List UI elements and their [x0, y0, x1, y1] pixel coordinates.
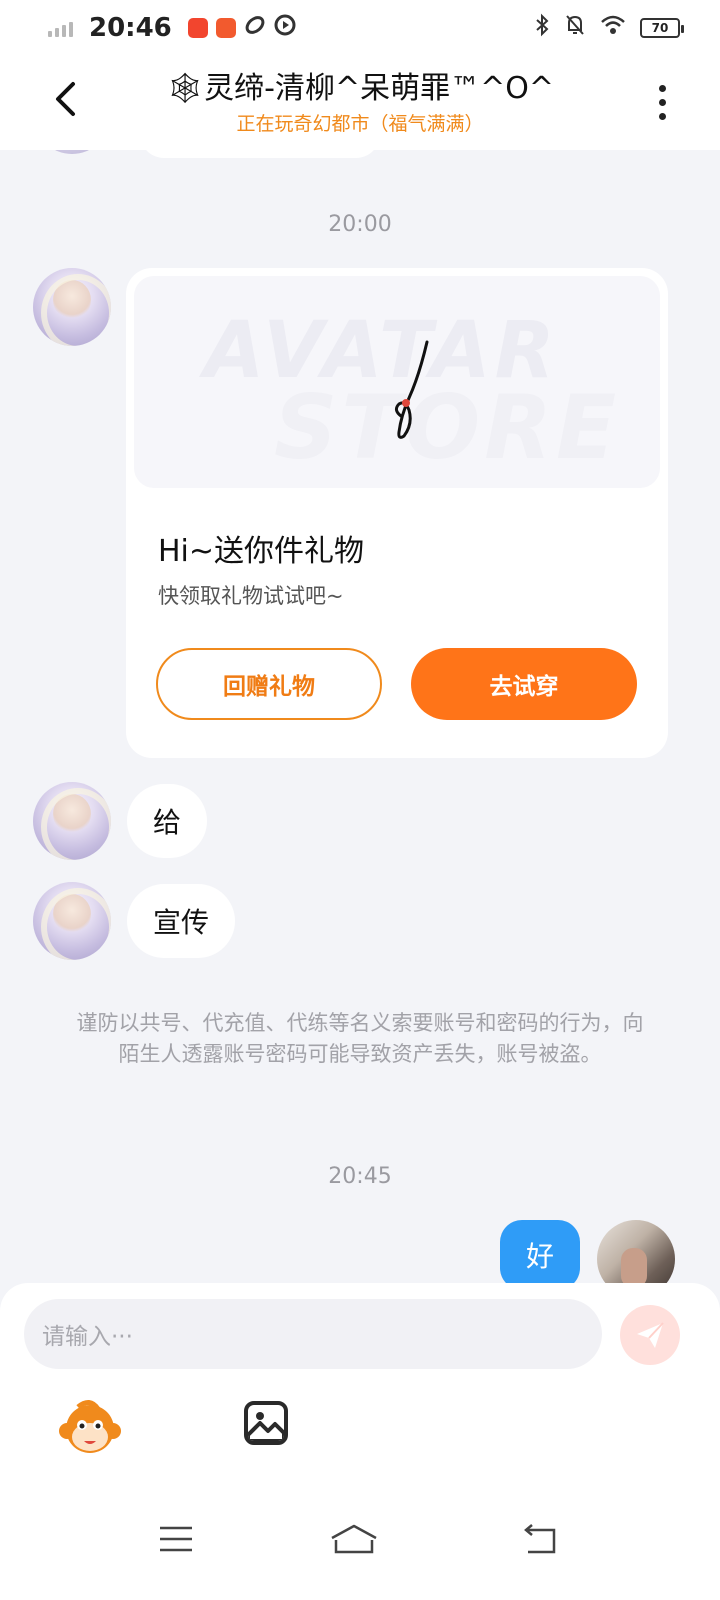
timestamp: 20:45 — [328, 1164, 392, 1189]
my-message-bubble[interactable]: 好 — [500, 1220, 580, 1290]
wifi-icon — [600, 14, 626, 42]
battery-icon: 70 — [640, 18, 684, 38]
signal-icon — [48, 19, 73, 37]
return-gift-button[interactable]: 回赠礼物 — [156, 648, 382, 720]
bluetooth-icon — [534, 13, 550, 43]
watermark-store: STORE — [274, 376, 621, 479]
input-panel: 请输入··· — [0, 1283, 720, 1483]
try-on-button[interactable]: 去试穿 — [411, 648, 637, 720]
menu-icon — [160, 1526, 192, 1552]
chat-title: 🕸灵缔-清柳^呆萌罪™^O^ — [166, 71, 554, 106]
image-button[interactable] — [244, 1401, 288, 1445]
security-notice: 谨防以共号、代充值、代练等名义索要账号和密码的行为，向陌生人透露账号密码可能导致… — [76, 1011, 644, 1066]
avatar[interactable] — [34, 150, 110, 154]
nav-menu-button[interactable] — [146, 1509, 206, 1569]
image-icon — [248, 1412, 284, 1441]
home-icon — [331, 1524, 377, 1554]
back-chevron-icon — [56, 82, 75, 116]
message-bubble[interactable]: 宣传 — [127, 884, 236, 958]
gift-card[interactable]: AVATAR STORE Hi~送你件礼物 快领取礼物试试吧~ 回赠礼物 去试穿 — [126, 268, 668, 758]
chat-subtitle: 正在玩奇幻都市（福气满满） — [236, 113, 484, 135]
status-bar: 20:46 70 — [0, 0, 720, 56]
emoji-button[interactable] — [58, 1399, 122, 1459]
back-icon — [524, 1524, 556, 1554]
timestamp: 20:00 — [328, 212, 392, 237]
friend-avatar[interactable] — [33, 268, 111, 346]
chat-messages[interactable]: 20:00 AVATAR STORE Hi~送你件礼物 快领取礼物试试吧~ 回赠… — [0, 150, 720, 1310]
more-vertical-icon — [658, 84, 666, 92]
sync-icon — [244, 14, 266, 42]
gift-item-icon — [394, 340, 429, 439]
mute-bell-icon — [564, 13, 586, 43]
friend-avatar[interactable] — [33, 782, 111, 860]
gift-title: Hi~送你件礼物 — [158, 534, 365, 569]
send-icon — [637, 1322, 664, 1348]
message-bubble[interactable] — [140, 150, 380, 158]
monkey-emoji-icon — [59, 1400, 121, 1453]
message-bubble[interactable]: 给 — [127, 784, 208, 858]
back-button[interactable] — [40, 74, 90, 124]
chat-header: 🕸灵缔-清柳^呆萌罪™^O^ 正在玩奇幻都市（福气满满） — [0, 56, 720, 150]
system-nav-bar — [0, 1483, 720, 1600]
gift-description: 快领取礼物试试吧~ — [158, 584, 344, 608]
battery-level: 70 — [651, 21, 669, 35]
app-icon-1 — [187, 18, 208, 38]
friend-avatar[interactable] — [33, 882, 111, 960]
nav-back-button[interactable] — [508, 1509, 568, 1569]
status-left: 20:46 — [48, 13, 296, 43]
message-input[interactable]: 请输入··· — [24, 1299, 602, 1369]
gift-image[interactable]: AVATAR STORE — [134, 276, 660, 488]
status-right: 70 — [534, 13, 684, 43]
status-time: 20:46 — [89, 13, 172, 43]
send-button[interactable] — [620, 1305, 680, 1365]
app-icon-2 — [215, 18, 236, 38]
more-options-button[interactable] — [642, 74, 682, 130]
play-icon — [274, 14, 296, 42]
nav-home-button[interactable] — [324, 1509, 384, 1569]
title-block: 🕸灵缔-清柳^呆萌罪™^O^ 正在玩奇幻都市（福气满满） — [120, 70, 600, 138]
